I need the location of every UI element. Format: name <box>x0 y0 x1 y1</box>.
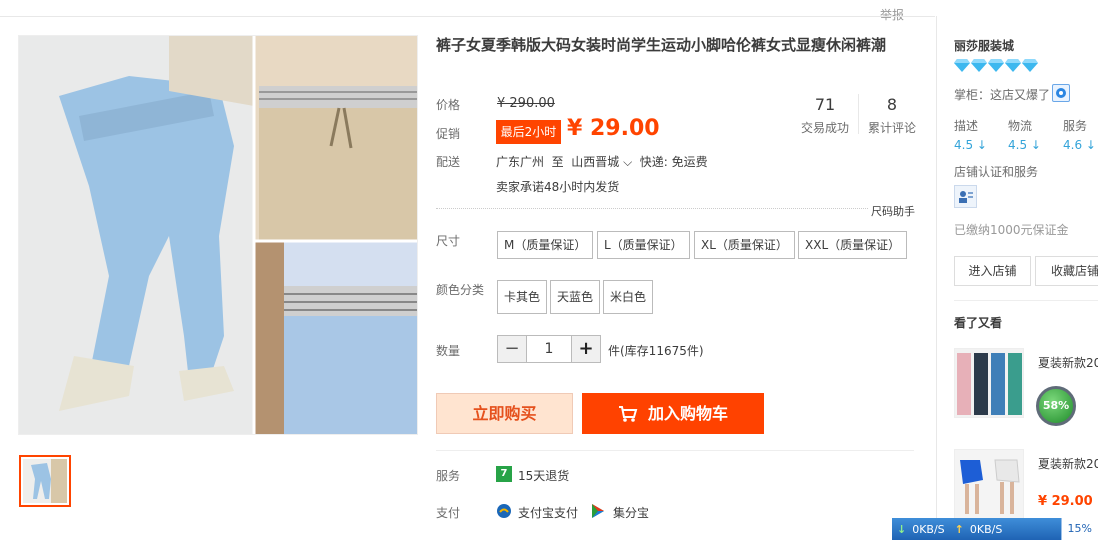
add-to-cart-button[interactable]: 加入购物车 <box>582 393 764 434</box>
network-speed-bar[interactable]: ↓ 0KB/S ↑ 0KB/S 15% <box>892 518 1098 540</box>
return-policy-icon: 7 <box>496 466 512 482</box>
size-helper-link[interactable]: 尺码助手 <box>868 203 915 219</box>
payment-label: 支付 <box>436 506 461 520</box>
upload-speed-value: 0KB/S <box>969 522 1003 536</box>
product-title: 裤子女夏季韩版大码女装时尚学生运动小脚哈伦裤女式显瘦休闲裤潮 <box>436 36 887 54</box>
recommended-item-1-title[interactable]: 夏装新款20 韩版大码显 <box>1038 355 1098 371</box>
jifenbao-text: 集分宝 <box>613 506 650 520</box>
price-label: 价格 <box>436 98 461 112</box>
top-divider <box>0 16 935 17</box>
jifenbao-icon <box>592 504 604 518</box>
shop-keeper: 掌柜：这店又爆了 <box>954 88 1051 102</box>
download-arrow-icon: ↓ <box>897 522 907 536</box>
recommended-item-2-title[interactable]: 夏装新款20 韩版小清新 <box>1038 456 1098 472</box>
quantity-decrease-button[interactable]: − <box>498 336 526 362</box>
rating-description-value: 4.5 ↓ <box>954 138 987 152</box>
favorite-shop-button[interactable]: 收藏店铺 <box>1035 256 1098 286</box>
rating-logistics-label: 物流 <box>1008 119 1033 133</box>
size-label: 尺寸 <box>436 234 461 248</box>
cpu-usage: 15% <box>1060 518 1098 540</box>
network-speed-ball[interactable]: 58% <box>1036 386 1076 426</box>
cart-icon <box>618 405 638 422</box>
size-option-xl[interactable]: XL（质量保证） <box>694 231 795 259</box>
rating-service-label: 服务 <box>1063 119 1088 133</box>
diamond-icon <box>1005 59 1021 72</box>
size-option-xxl[interactable]: XXL（质量保证） <box>798 231 908 259</box>
download-speed-value: 0KB/S <box>912 522 945 536</box>
quantity-label: 数量 <box>436 344 461 358</box>
recommended-item-2-image[interactable] <box>954 449 1024 519</box>
diamond-icon <box>988 59 1004 72</box>
id-certified-icon[interactable] <box>954 185 977 208</box>
promo-price: ¥ 29.00 <box>567 116 660 141</box>
recommended-item-2-price: ¥ 29.00 <box>1038 494 1093 509</box>
rating-description-label: 描述 <box>954 119 979 133</box>
enter-shop-button[interactable]: 进入店铺 <box>954 256 1031 286</box>
cpu-usage-value: 15% <box>1067 522 1092 535</box>
return-policy-text[interactable]: 15天退货 <box>518 467 569 484</box>
promo-tag: 最后2小时 <box>496 120 561 144</box>
rating-description: 描述 4.5 ↓ <box>954 117 1004 152</box>
deliver-label: 配送 <box>436 155 461 169</box>
diamond-icon <box>954 59 970 72</box>
promo-label: 促销 <box>436 127 461 141</box>
stats-divider <box>858 94 859 134</box>
rating-logistics: 物流 4.5 ↓ <box>1008 117 1058 152</box>
size-option-l[interactable]: L（质量保证） <box>597 231 690 259</box>
service-divider <box>436 450 914 451</box>
wangwang-chat-icon[interactable] <box>1052 84 1070 102</box>
rating-service-value: 4.6 ↓ <box>1063 138 1096 152</box>
service-label: 服务 <box>436 469 461 483</box>
color-label: 颜色分类 <box>436 283 485 297</box>
stat-reviews[interactable]: 8 累计评论 <box>862 95 922 136</box>
sku-divider <box>436 208 914 209</box>
alipay-text: 支付宝支付 <box>518 506 579 520</box>
rating-logistics-value: 4.5 ↓ <box>1008 138 1041 152</box>
deposit-text: 已缴纳1000元保证金 <box>954 223 1069 237</box>
color-option-skyblue[interactable]: 天蓝色 <box>550 280 601 314</box>
size-option-m[interactable]: M（质量保证） <box>497 231 594 259</box>
diamond-icon <box>971 59 987 72</box>
recommended-item-1-image[interactable] <box>954 348 1024 418</box>
buy-now-button[interactable]: 立即购买 <box>436 393 573 434</box>
stat-sales: 71 交易成功 <box>795 95 855 136</box>
stat-reviews-caption: 累计评论 <box>867 121 916 135</box>
shipping-promise: 卖家承诺48小时内发货 <box>496 180 620 194</box>
color-option-khaki[interactable]: 卡其色 <box>497 280 548 314</box>
stat-sales-num: 71 <box>814 95 836 114</box>
original-price: ¥ 290.00 <box>497 96 555 111</box>
quantity-stepper: − 1 + <box>497 335 601 363</box>
upload-speed: ↑ 0KB/S <box>950 518 1008 540</box>
delivery-selector[interactable]: 广东广州 至 山西晋城 ⌵ 快递: 免运费 <box>496 153 708 170</box>
sidebar-divider-2 <box>954 300 1098 301</box>
stat-reviews-num: 8 <box>886 95 898 114</box>
quantity-input[interactable]: 1 <box>526 336 572 362</box>
color-option-beige[interactable]: 米白色 <box>603 280 654 314</box>
stock-text: 件(库存11675件) <box>608 344 704 358</box>
download-speed: ↓ 0KB/S <box>892 518 950 540</box>
quantity-increase-button[interactable]: + <box>572 336 600 362</box>
shop-rank-diamonds <box>954 58 1038 72</box>
also-viewed-title: 看了又看 <box>954 316 1003 330</box>
sidebar-divider <box>936 16 937 540</box>
stat-sales-caption: 交易成功 <box>800 121 849 135</box>
main-product-image[interactable] <box>18 35 418 435</box>
shop-certification-label: 店铺认证和服务 <box>954 165 1039 179</box>
upload-arrow-icon: ↑ <box>954 522 964 536</box>
thumbnail-1[interactable] <box>19 455 71 507</box>
add-to-cart-label: 加入购物车 <box>647 404 728 423</box>
alipay-icon <box>497 504 511 518</box>
diamond-icon <box>1022 59 1038 72</box>
rating-service: 服务 4.6 ↓ <box>1063 117 1098 152</box>
report-link[interactable]: 举报 <box>880 6 904 23</box>
shop-name[interactable]: 丽莎服装城 <box>954 37 1014 54</box>
